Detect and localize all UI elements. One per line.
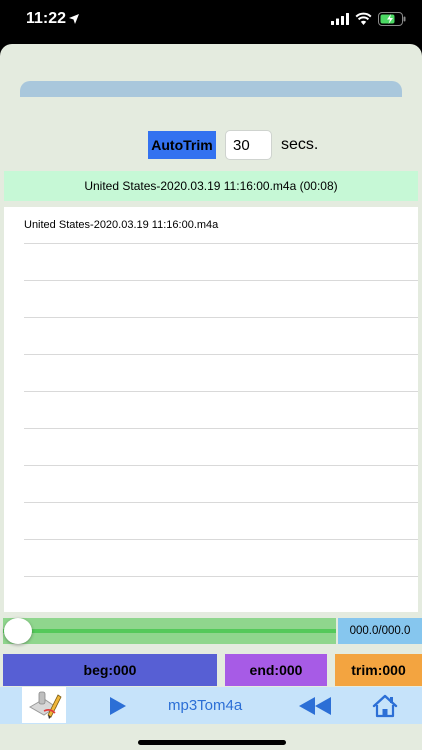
cellular-signal-icon [331,13,349,25]
playback-slider-thumb[interactable] [4,618,32,644]
trim-button[interactable]: trim:000 [335,654,422,686]
beg-button[interactable]: beg:000 [3,654,217,686]
file-row-empty [24,244,418,281]
file-row-empty [24,392,418,429]
file-row-empty [24,355,418,392]
time-readout: 000.0/000.0 [338,618,422,644]
seconds-input[interactable]: 30 [225,130,272,160]
autotrim-button[interactable]: AutoTrim [148,131,216,159]
playback-row: 000.0/000.0 [0,618,422,644]
marker-buttons: beg:000 end:000 trim:000 [0,654,422,686]
selected-file-bar: United States-2020.03.19 11:16:00.m4a (0… [4,171,418,201]
file-row-empty [24,540,418,577]
playback-slider[interactable] [3,618,336,644]
bottom-toolbar: mp3Tom4a [0,687,422,724]
file-list[interactable]: United States-2020.03.19 11:16:00.m4a [4,207,418,612]
app-sheet: AutoTrim 30 secs. United States-2020.03.… [0,44,422,750]
wifi-icon [355,12,372,25]
home-icon[interactable] [372,694,398,718]
file-row-empty [24,503,418,540]
rewind-icon[interactable] [299,697,331,715]
play-icon[interactable] [108,696,128,716]
playback-slider-track [3,629,336,633]
file-row-empty [24,281,418,318]
status-time: 11:22 [26,10,67,27]
home-indicator[interactable] [138,740,286,745]
file-row-empty [24,318,418,355]
location-arrow-icon [69,14,79,24]
app-name: mp3Tom4a [168,697,243,714]
app-logo-icon[interactable] [22,687,66,723]
status-bar: 11:22 [0,0,422,44]
seconds-unit-label: secs. [281,136,319,153]
file-row-empty [24,429,418,466]
background-sheet-edge [20,81,402,97]
end-button[interactable]: end:000 [225,654,327,686]
file-row[interactable]: United States-2020.03.19 11:16:00.m4a [24,207,418,244]
file-row-empty [24,466,418,503]
battery-charging-icon [378,12,406,26]
autotrim-row: AutoTrim 30 secs. [0,130,422,160]
